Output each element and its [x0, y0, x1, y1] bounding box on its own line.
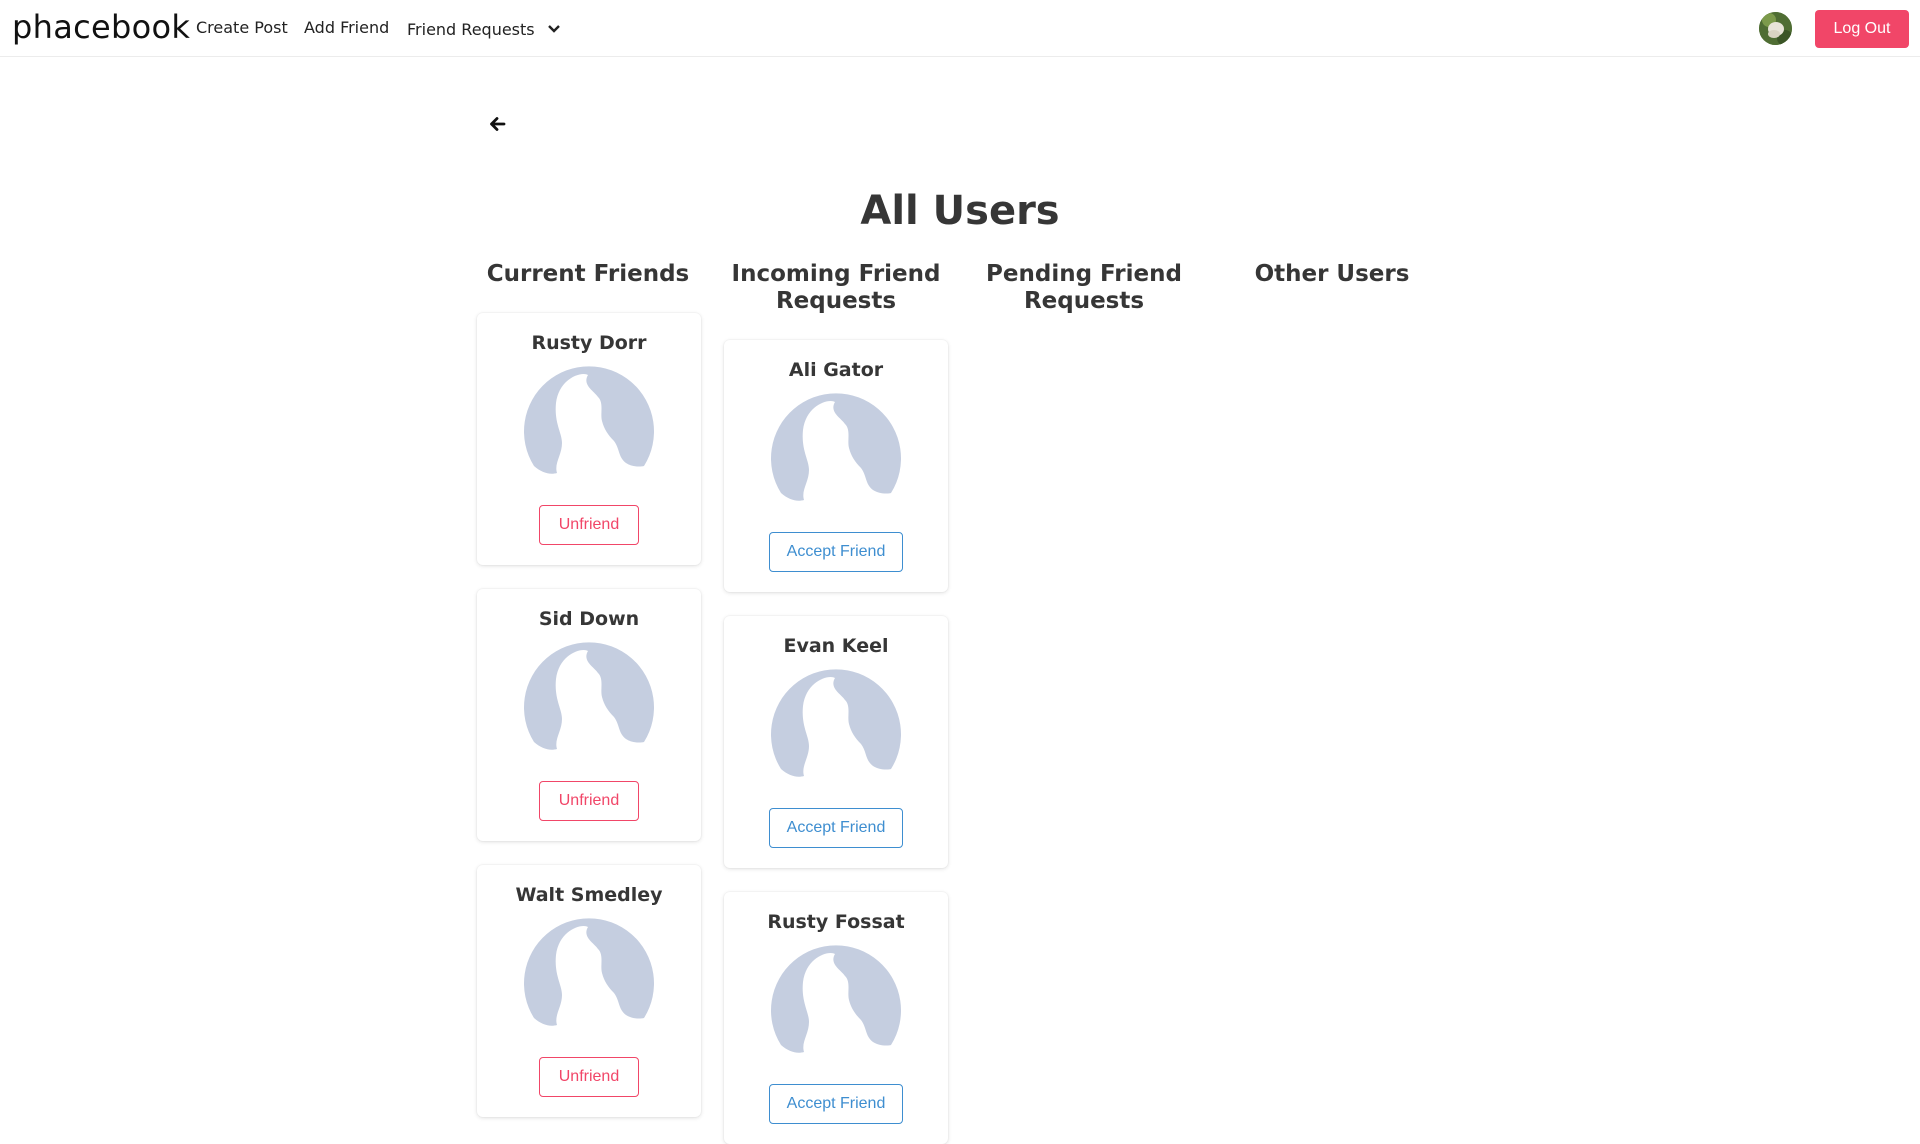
default-avatar-icon [771, 942, 901, 1056]
default-avatar-icon [524, 363, 654, 477]
friend-card: Sid Down Unfriend [477, 589, 701, 841]
unfriend-button[interactable]: Unfriend [539, 1057, 639, 1097]
arrow-left-icon[interactable] [488, 114, 508, 134]
default-avatar-icon [524, 639, 654, 753]
requester-name: Rusty Fossat [767, 911, 905, 933]
request-card: Rusty Fossat Accept Friend [724, 892, 948, 1144]
accept-friend-button[interactable]: Accept Friend [769, 532, 903, 572]
user-avatar[interactable] [1759, 12, 1792, 45]
logout-button[interactable]: Log Out [1815, 10, 1909, 48]
unfriend-button[interactable]: Unfriend [539, 505, 639, 545]
requester-name: Ali Gator [788, 359, 884, 381]
nav-friend-requests-label: Friend Requests [407, 20, 535, 39]
friend-name: Sid Down [538, 608, 640, 630]
request-card: Evan Keel Accept Friend [724, 616, 948, 868]
requester-name: Evan Keel [783, 635, 889, 657]
column-title-other-users: Other Users [1254, 261, 1410, 287]
default-avatar-icon [771, 666, 901, 780]
column-title-pending-requests: Pending Friend Requests [986, 261, 1182, 314]
column-title-current-friends: Current Friends [486, 261, 690, 287]
accept-friend-button[interactable]: Accept Friend [769, 808, 903, 848]
default-avatar-icon [524, 915, 654, 1029]
column-title-incoming-requests: Incoming Friend Requests [731, 261, 941, 314]
nav-friend-requests-dropdown[interactable]: Friend Requests [407, 18, 560, 39]
default-avatar-icon [771, 390, 901, 504]
page-title: All Users [860, 188, 1060, 234]
accept-friend-button[interactable]: Accept Friend [769, 1084, 903, 1124]
brand-logo[interactable]: phacebook [12, 8, 190, 46]
unfriend-button[interactable]: Unfriend [539, 781, 639, 821]
friend-name: Rusty Dorr [531, 332, 647, 354]
nav-add-friend[interactable]: Add Friend [304, 18, 389, 37]
chevron-down-icon [547, 18, 560, 37]
friend-card: Walt Smedley Unfriend [477, 865, 701, 1117]
nav-create-post[interactable]: Create Post [196, 18, 288, 37]
navbar: phacebook Create Post Add Friend Friend … [0, 0, 1920, 57]
friend-name: Walt Smedley [515, 884, 663, 906]
request-card: Ali Gator Accept Friend [724, 340, 948, 592]
friend-card: Rusty Dorr Unfriend [477, 313, 701, 565]
